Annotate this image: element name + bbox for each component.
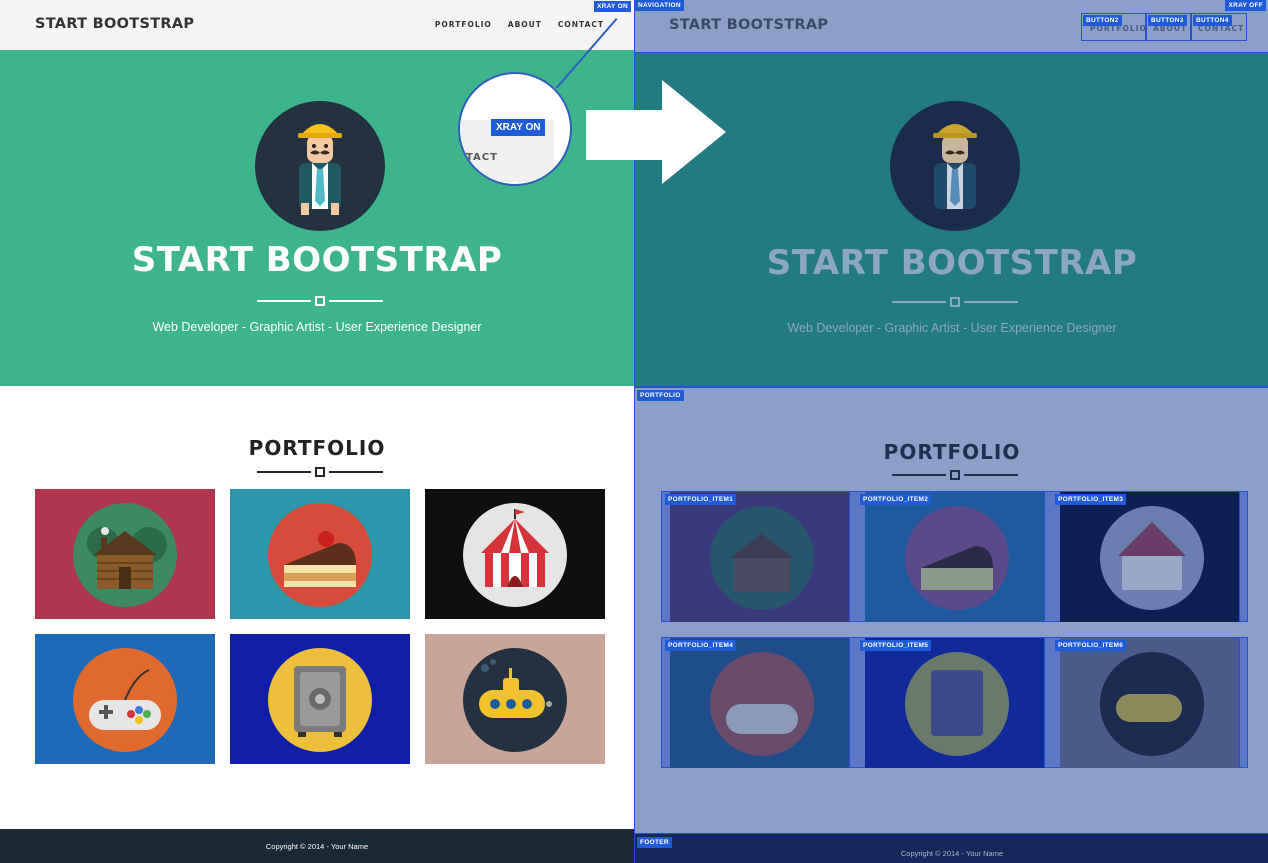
cabin-icon (73, 503, 177, 607)
footer-copyright: Copyright © 2014 - Your Name (265, 842, 369, 851)
hero-title: START BOOTSTRAP (131, 240, 503, 280)
xray-view-panel: START BOOTSTRAP PORTFOLIO ABOUT CONTACT … (634, 0, 1268, 863)
xray-portfolio-row-2 (661, 637, 1248, 768)
magnified-xray-badge: XRAY ON (491, 119, 546, 136)
xray-hero-title: START BOOTSTRAP (766, 243, 1138, 283)
nav-contact-link[interactable]: CONTACT (558, 20, 604, 29)
profile-avatar-icon (255, 101, 385, 231)
xray-hero-subtitle: Web Developer - Graphic Artist - User Ex… (787, 321, 1117, 335)
portfolio-item-cake[interactable] (230, 489, 410, 619)
xray-star-divider (892, 297, 1018, 307)
xray-tag-portfolio-item-5: PORTFOLIO_ITEM5 (860, 640, 932, 651)
xray-tag-button3: BUTTON3 (1148, 15, 1187, 26)
cake-icon (268, 503, 372, 607)
xray-game-controller-icon (710, 652, 814, 756)
xray-profile-avatar-icon (890, 101, 1020, 231)
portfolio-item-safe[interactable] (230, 634, 410, 764)
navbar: START BOOTSTRAP PORTFOLIO ABOUT CONTACT … (0, 0, 634, 50)
xray-portfolio-row-1 (661, 491, 1248, 622)
xray-safe-icon (905, 652, 1009, 756)
portfolio-section: PORTFOLIO (0, 386, 634, 829)
portfolio-item-submarine[interactable] (425, 634, 605, 764)
submarine-icon (463, 648, 567, 752)
xray-brand-link[interactable]: START BOOTSTRAP (669, 17, 828, 33)
xray-cabin-icon (710, 506, 814, 610)
xray-portfolio-item-2[interactable] (865, 492, 1045, 622)
xray-tag-portfolio-item-3: PORTFOLIO_ITEM3 (1055, 494, 1127, 505)
xray-tag-portfolio-item-4: PORTFOLIO_ITEM4 (665, 640, 737, 651)
xray-tag-portfolio-item-2: PORTFOLIO_ITEM2 (860, 494, 932, 505)
circus-tent-icon (463, 503, 567, 607)
xray-tag-portfolio: PORTFOLIO (637, 390, 684, 401)
portfolio-heading: PORTFOLIO (248, 436, 386, 460)
hero-subtitle: Web Developer - Graphic Artist - User Ex… (152, 320, 482, 334)
xray-portfolio-item-4[interactable] (670, 638, 850, 768)
xray-toggle-magnifier: XRAY ON TACT (458, 72, 572, 186)
xray-portfolio-divider (892, 470, 1018, 480)
xray-tag-footer: FOOTER (637, 837, 672, 848)
xray-portfolio-heading: PORTFOLIO (883, 440, 1021, 464)
xray-hero-region: START BOOTSTRAP Web Developer - Graphic … (635, 53, 1268, 388)
xray-footer-region: FOOTER Copyright © 2014 - Your Name (635, 833, 1268, 863)
portfolio-item-cabin[interactable] (35, 489, 215, 619)
brand-link[interactable]: START BOOTSTRAP (35, 16, 194, 32)
footer: Copyright © 2014 - Your Name (0, 829, 634, 863)
nav-portfolio-link[interactable]: PORTFOLIO (435, 20, 492, 29)
safe-icon (268, 648, 372, 752)
xray-portfolio-item-5[interactable] (865, 638, 1045, 768)
xray-circus-tent-icon (1100, 506, 1204, 610)
xray-navigation-region: START BOOTSTRAP PORTFOLIO ABOUT CONTACT … (635, 0, 1268, 53)
xray-submarine-icon (1100, 652, 1204, 756)
xray-off-toggle[interactable]: XRAY OFF (1225, 0, 1266, 11)
portfolio-item-circus[interactable] (425, 489, 605, 619)
xray-tag-navigation: NAVIGATION (635, 0, 684, 11)
game-controller-icon (73, 648, 177, 752)
xray-portfolio-region: PORTFOLIO PORTFOLIO PORTFOLIO_ITEM1 PORT… (635, 388, 1268, 833)
xray-portfolio-item-1[interactable] (670, 492, 850, 622)
xray-tag-portfolio-item-6: PORTFOLIO_ITEM6 (1055, 640, 1127, 651)
magnified-contact-text: TACT (466, 152, 498, 163)
xray-tag-button4: BUTTON4 (1193, 15, 1232, 26)
xray-on-toggle[interactable]: XRAY ON (593, 1, 631, 12)
star-divider (257, 296, 383, 306)
xray-portfolio-item-6[interactable] (1060, 638, 1240, 768)
portfolio-divider (257, 467, 383, 477)
portfolio-item-controller[interactable] (35, 634, 215, 764)
xray-cake-icon (905, 506, 1009, 610)
xray-footer-copyright: Copyright © 2014 - Your Name (900, 849, 1004, 858)
transition-arrow-icon (586, 80, 726, 184)
xray-portfolio-item-3[interactable] (1060, 492, 1240, 622)
xray-tag-button2: BUTTON2 (1083, 15, 1122, 26)
nav-about-link[interactable]: ABOUT (508, 20, 542, 29)
nav-links: PORTFOLIO ABOUT CONTACT (435, 20, 604, 29)
xray-tag-portfolio-item-1: PORTFOLIO_ITEM1 (665, 494, 737, 505)
